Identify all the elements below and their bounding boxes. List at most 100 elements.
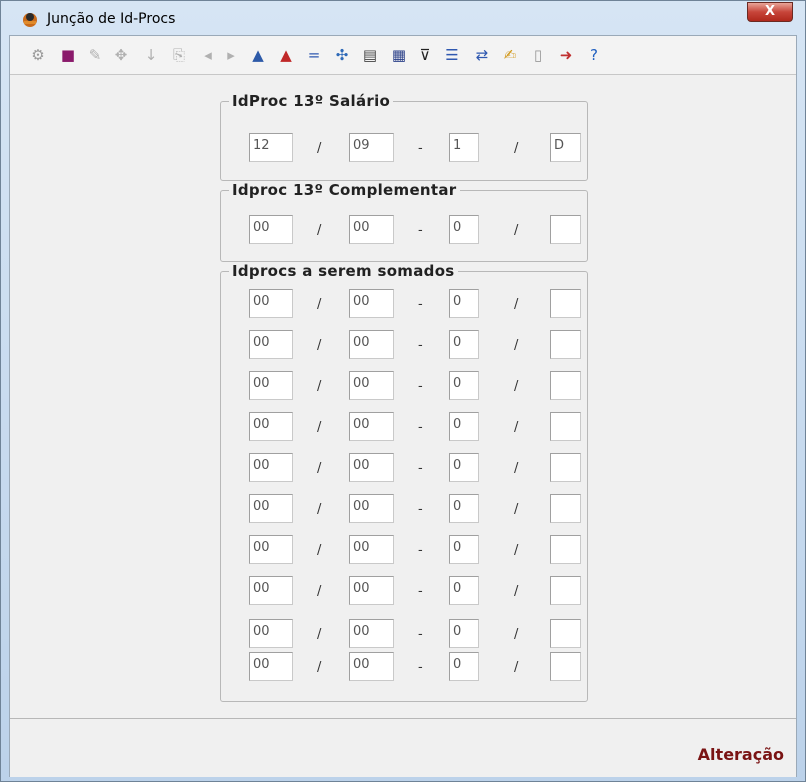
slash-separator: / (514, 461, 519, 476)
write-icon[interactable]: ✍ (500, 45, 520, 65)
idproc-part-2-field[interactable]: 00 (349, 652, 394, 681)
idproc-part-1-field[interactable]: 00 (249, 619, 293, 648)
dash-separator: - (418, 379, 423, 394)
idproc-part-3-field[interactable]: 0 (449, 453, 479, 482)
dash-separator: - (418, 660, 423, 675)
tools-icon[interactable]: ✥ (111, 45, 131, 65)
idproc-part-1-field[interactable]: 00 (249, 371, 293, 400)
title-bar: Junção de Id-Procs X (1, 1, 805, 35)
slash-separator: / (514, 297, 519, 312)
group-idprocs-somados: Idprocs a serem somados 00/00-0/00/00-0/… (220, 262, 588, 702)
app-logo-icon (23, 13, 37, 27)
idproc-part-3-field[interactable]: 0 (449, 619, 479, 648)
slash-separator: / (514, 543, 519, 558)
slash-separator: / (317, 141, 322, 156)
idproc-part-1-field[interactable]: 00 (249, 289, 293, 318)
idproc-part-4-field[interactable] (550, 619, 581, 648)
slash-separator: / (514, 502, 519, 517)
idproc-part-3-field[interactable]: 0 (449, 371, 479, 400)
slash-separator: / (514, 660, 519, 675)
slash-separator: / (317, 379, 322, 394)
refresh-icon[interactable]: ⇄ (472, 45, 492, 65)
document-icon[interactable]: ▯ (528, 45, 548, 65)
preview-icon[interactable]: ⎘ (169, 45, 189, 65)
close-button[interactable]: X (747, 2, 793, 22)
slash-separator: / (514, 584, 519, 599)
list-icon[interactable]: ▤ (360, 45, 380, 65)
sort-asc-icon[interactable]: ▲ (248, 45, 268, 65)
idproc-part-4-field[interactable] (550, 289, 581, 318)
idproc-part-3-field[interactable]: 0 (449, 215, 479, 244)
idproc-part-3-field[interactable]: 0 (449, 652, 479, 681)
group-13-complementar: Idproc 13º Complementar 00 / 00 - 0 / (220, 181, 588, 262)
idproc-part-3-field[interactable]: 1 (449, 133, 479, 162)
idproc-part-3-field[interactable]: 0 (449, 330, 479, 359)
idproc-part-4-field[interactable] (550, 494, 581, 523)
save-icon[interactable]: ■ (58, 45, 78, 65)
idproc-part-2-field[interactable]: 00 (349, 330, 394, 359)
filter-icon[interactable]: ⊽ (415, 45, 435, 65)
slash-separator: / (317, 223, 322, 238)
idproc-part-1-field[interactable]: 00 (249, 535, 293, 564)
idproc-part-1-field[interactable]: 00 (249, 215, 293, 244)
idproc-part-4-field[interactable] (550, 652, 581, 681)
idproc-part-1-field[interactable]: 00 (249, 330, 293, 359)
idproc-part-2-field[interactable]: 09 (349, 133, 394, 162)
toolbar: ⚙ ■ ✎ ✥ ↓ ⎘ ◂ ▸ ▲ ▲ = ✣ ▤ ▦ ⊽ ☰ ⇄ ✍ ▯ ➜? (10, 36, 796, 75)
idproc-part-2-field[interactable]: 00 (349, 412, 394, 441)
slash-separator: / (514, 223, 519, 238)
group-13-salario: IdProc 13º Salário 12 / 09 - 1 / D (220, 92, 588, 181)
idproc-part-2-field[interactable]: 00 (349, 494, 394, 523)
idproc-part-2-field[interactable]: 00 (349, 289, 394, 318)
gear-icon[interactable]: ⚙ (28, 45, 48, 65)
dash-separator: - (418, 297, 423, 312)
idproc-part-4-field[interactable] (550, 215, 581, 244)
idproc-part-1-field[interactable]: 00 (249, 412, 293, 441)
group-legend: Idprocs a serem somados (229, 262, 458, 280)
group-legend: IdProc 13º Salário (229, 92, 394, 110)
slash-separator: / (514, 379, 519, 394)
idproc-part-4-field[interactable] (550, 371, 581, 400)
idproc-part-1-field[interactable]: 00 (249, 453, 293, 482)
idproc-part-4-field[interactable] (550, 412, 581, 441)
idproc-part-4-field[interactable] (550, 330, 581, 359)
slash-separator: / (317, 502, 322, 517)
idproc-part-3-field[interactable]: 0 (449, 576, 479, 605)
move-icon[interactable]: ✣ (332, 45, 352, 65)
idproc-part-3-field[interactable]: 0 (449, 494, 479, 523)
idproc-part-2-field[interactable]: 00 (349, 576, 394, 605)
form-icon[interactable]: ☰ (442, 45, 462, 65)
sort-desc-icon[interactable]: ▲ (276, 45, 296, 65)
idproc-part-1-field[interactable]: 00 (249, 494, 293, 523)
slash-separator: / (514, 627, 519, 642)
idproc-part-4-field[interactable] (550, 535, 581, 564)
idproc-part-1-field[interactable]: 00 (249, 652, 293, 681)
idproc-part-2-field[interactable]: 00 (349, 619, 394, 648)
previous-icon[interactable]: ◂ (198, 45, 218, 65)
slash-separator: / (317, 461, 322, 476)
exit-icon[interactable]: ➜ (556, 45, 576, 65)
edit-icon[interactable]: ✎ (85, 45, 105, 65)
arrow-down-icon[interactable]: ↓ (141, 45, 161, 65)
equals-icon[interactable]: = (304, 45, 324, 65)
client-area: ⚙ ■ ✎ ✥ ↓ ⎘ ◂ ▸ ▲ ▲ = ✣ ▤ ▦ ⊽ ☰ ⇄ ✍ ▯ ➜? IdProc 13º Salário… (9, 35, 797, 777)
status-bar: Alteração (10, 718, 796, 777)
dash-separator: - (418, 338, 423, 353)
grid-icon[interactable]: ▦ (389, 45, 409, 65)
idproc-part-1-field[interactable]: 00 (249, 576, 293, 605)
idproc-part-3-field[interactable]: 0 (449, 412, 479, 441)
help-icon[interactable]: ? (584, 45, 604, 65)
idproc-part-2-field[interactable]: 00 (349, 453, 394, 482)
idproc-part-2-field[interactable]: 00 (349, 215, 394, 244)
idproc-part-3-field[interactable]: 0 (449, 535, 479, 564)
next-icon[interactable]: ▸ (221, 45, 241, 65)
idproc-part-2-field[interactable]: 00 (349, 535, 394, 564)
idproc-part-4-field[interactable] (550, 576, 581, 605)
idproc-part-4-field[interactable]: D (550, 133, 581, 162)
idproc-part-3-field[interactable]: 0 (449, 289, 479, 318)
app-window: Junção de Id-Procs X ⚙ ■ ✎ ✥ ↓ ⎘ ◂ ▸ ▲ ▲ = ✣ ▤ ▦ ⊽ ☰ ⇄ ✍ ▯… (0, 0, 806, 782)
idproc-part-4-field[interactable] (550, 453, 581, 482)
idproc-part-1-field[interactable]: 12 (249, 133, 293, 162)
slash-separator: / (317, 627, 322, 642)
idproc-part-2-field[interactable]: 00 (349, 371, 394, 400)
